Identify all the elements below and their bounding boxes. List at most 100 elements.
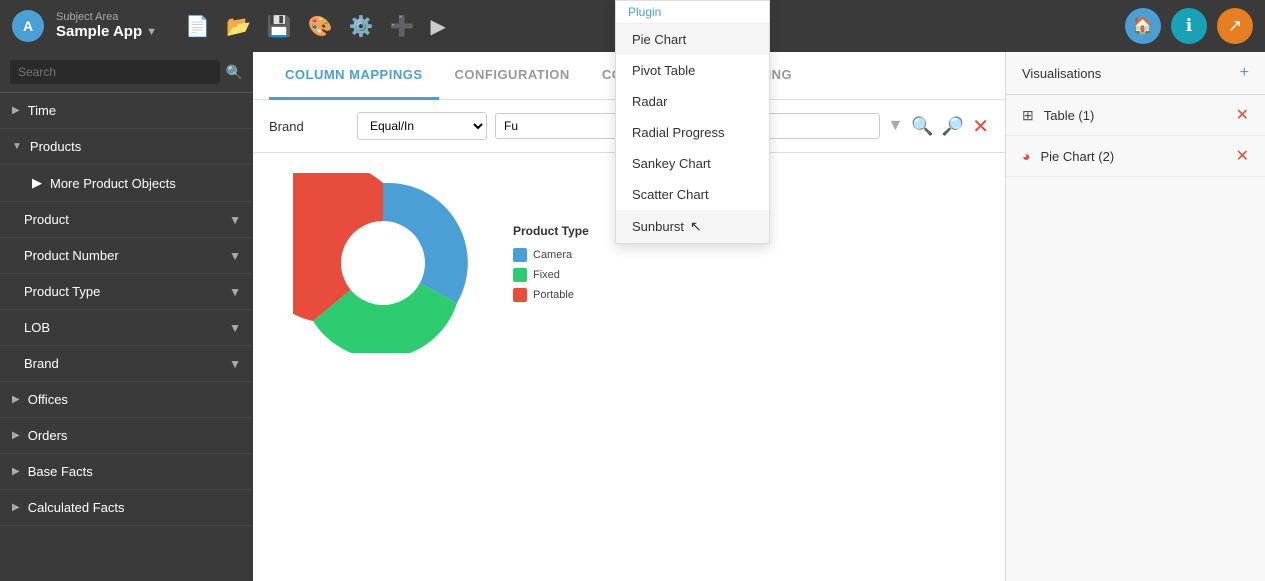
add-icon[interactable]: ➕ [390,14,415,39]
chevron-right-icon-base-facts: ▶ [12,466,20,477]
sidebar-item-brand[interactable]: Brand ▼ [0,346,253,382]
sidebar-item-time[interactable]: ▶ Time [0,93,253,129]
legend-color-portable [513,288,527,302]
chart-legend: Product Type Camera Fixed Portable [513,224,589,302]
dropdown-label-sunburst: Sunburst [632,219,684,234]
sidebar-item-product[interactable]: Product ▼ [0,202,253,238]
home-button[interactable]: 🏠 [1125,8,1161,44]
dropdown-item-pivot-table[interactable]: Pivot Table [616,55,769,86]
pie-viz-icon: ◕ [1022,148,1030,164]
sidebar-item-calculated-facts[interactable]: ▶ Calculated Facts [0,490,253,526]
legend-item-fixed: Fixed [513,268,589,282]
sidebar-label-more-product-objects: More Product Objects [50,176,241,191]
dropdown-item-sunburst[interactable]: Sunburst ↖ [616,210,769,243]
dropdown-item-pie-chart[interactable]: Pie Chart [616,24,769,55]
legend-item-camera: Camera [513,248,589,262]
chevron-down-icon: ▼ [12,141,22,152]
search-icon[interactable]: 🔍 [226,64,243,81]
chevron-right-icon-offices: ▶ [12,394,20,405]
chevron-right-icon-2: ▶ [32,175,42,191]
chart-title: Product Type [513,224,589,238]
toolbar-icons: 📄 📂 💾 🎨 ⚙️ ➕ ▶ [185,14,446,39]
sidebar-search-container: 🔍 [0,52,253,93]
filter-field-label: Brand [269,119,349,134]
sidebar-label-orders: Orders [28,428,241,443]
legend-label-fixed: Fixed [533,269,560,281]
filter-icon-lob[interactable]: ▼ [229,321,241,335]
dropdown-item-radial-progress[interactable]: Radial Progress [616,117,769,148]
sidebar-item-base-facts[interactable]: ▶ Base Facts [0,454,253,490]
filter-icon-product-number[interactable]: ▼ [229,249,241,263]
table-viz-icon: ⊞ [1022,107,1034,124]
legend-label-camera: Camera [533,249,572,261]
tab-column-mappings[interactable]: COLUMN MAPPINGS [269,52,439,100]
right-panel: Visualisations + ⊞ Table (1) ✕ ◕ Pie Cha… [1005,52,1265,581]
filter-actions: ▼ 🔍 🔎 ✕ [888,114,989,139]
sidebar-label-brand: Brand [24,356,221,371]
app-logo: A [12,10,44,42]
filter-icon-brand[interactable]: ▼ [229,357,241,371]
sidebar-label-product: Product [24,212,221,227]
magnify-icon[interactable]: 🔎 [942,116,964,137]
search-filter-icon[interactable]: 🔍 [911,116,933,137]
right-panel-header: Visualisations + [1006,52,1265,95]
sidebar-item-product-type[interactable]: Product Type ▼ [0,274,253,310]
sidebar-label-product-type: Product Type [24,284,221,299]
viz-item-pie: ◕ Pie Chart (2) ✕ [1006,136,1265,177]
sidebar: 🔍 ▶ Time ▼ Products ▶ More Product Objec… [0,52,253,581]
sidebar-item-offices[interactable]: ▶ Offices [0,382,253,418]
info-button[interactable]: ℹ [1171,8,1207,44]
subject-area-label: Subject Area [56,12,157,23]
dropdown-arrow-icon[interactable]: ▼ [888,117,904,135]
sidebar-item-orders[interactable]: ▶ Orders [0,418,253,454]
chevron-right-icon-orders: ▶ [12,430,20,441]
sidebar-label-time: Time [28,103,241,118]
save-icon[interactable]: 💾 [267,14,292,39]
sidebar-label-product-number: Product Number [24,248,221,263]
legend-color-fixed [513,268,527,282]
sidebar-label-lob: LOB [24,320,221,335]
donut-chart-svg [293,173,473,353]
play-icon[interactable]: ▶ [430,14,445,39]
add-visualisation-button[interactable]: + [1240,64,1249,82]
cursor-icon: ↖ [690,218,702,235]
dropdown-header: Plugin [616,1,769,24]
remove-table-viz-button[interactable]: ✕ [1236,105,1249,125]
filter-icon-product-type[interactable]: ▼ [229,285,241,299]
plugin-dropdown-menu[interactable]: Plugin Pie Chart Pivot Table Radar Radia… [615,0,770,244]
sidebar-item-lob[interactable]: LOB ▼ [0,310,253,346]
dropdown-item-scatter-chart[interactable]: Scatter Chart [616,179,769,210]
topbar-right: 🏠 ℹ ↗ [1125,8,1253,44]
dropdown-item-sankey-chart[interactable]: Sankey Chart [616,148,769,179]
chevron-right-icon-calculated-facts: ▶ [12,502,20,513]
app-name: Sample App [56,23,142,40]
legend-label-portable: Portable [533,289,574,301]
sidebar-label-products: Products [30,139,241,154]
palette-icon[interactable]: 🎨 [308,14,333,39]
app-dropdown-chevron[interactable]: ▼ [146,26,157,38]
sidebar-label-base-facts: Base Facts [28,464,241,479]
sidebar-item-more-product-objects[interactable]: ▶ More Product Objects [0,165,253,202]
new-document-icon[interactable]: 📄 [185,14,210,39]
viz-label-pie[interactable]: Pie Chart (2) [1040,149,1225,164]
pie-chart-container: Product Type Camera Fixed Portable [273,173,589,353]
sidebar-label-calculated-facts: Calculated Facts [28,500,241,515]
visualisations-title: Visualisations [1022,66,1101,81]
filter-operator-select[interactable]: Equal/In [357,112,487,140]
sidebar-item-products[interactable]: ▼ Products [0,129,253,165]
subject-area-container: Subject Area Sample App ▼ [56,12,157,40]
share-button[interactable]: ↗ [1217,8,1253,44]
settings-icon[interactable]: ⚙️ [349,14,374,39]
open-folder-icon[interactable]: 📂 [226,14,251,39]
viz-item-table: ⊞ Table (1) ✕ [1006,95,1265,136]
tab-configuration[interactable]: CONFIGURATION [439,52,586,100]
sidebar-item-product-number[interactable]: Product Number ▼ [0,238,253,274]
dropdown-item-radar[interactable]: Radar [616,86,769,117]
legend-color-camera [513,248,527,262]
remove-pie-viz-button[interactable]: ✕ [1236,146,1249,166]
remove-filter-icon[interactable]: ✕ [972,114,989,139]
search-input[interactable] [10,60,220,84]
viz-label-table[interactable]: Table (1) [1044,108,1226,123]
sidebar-label-offices: Offices [28,392,241,407]
filter-icon-product[interactable]: ▼ [229,213,241,227]
